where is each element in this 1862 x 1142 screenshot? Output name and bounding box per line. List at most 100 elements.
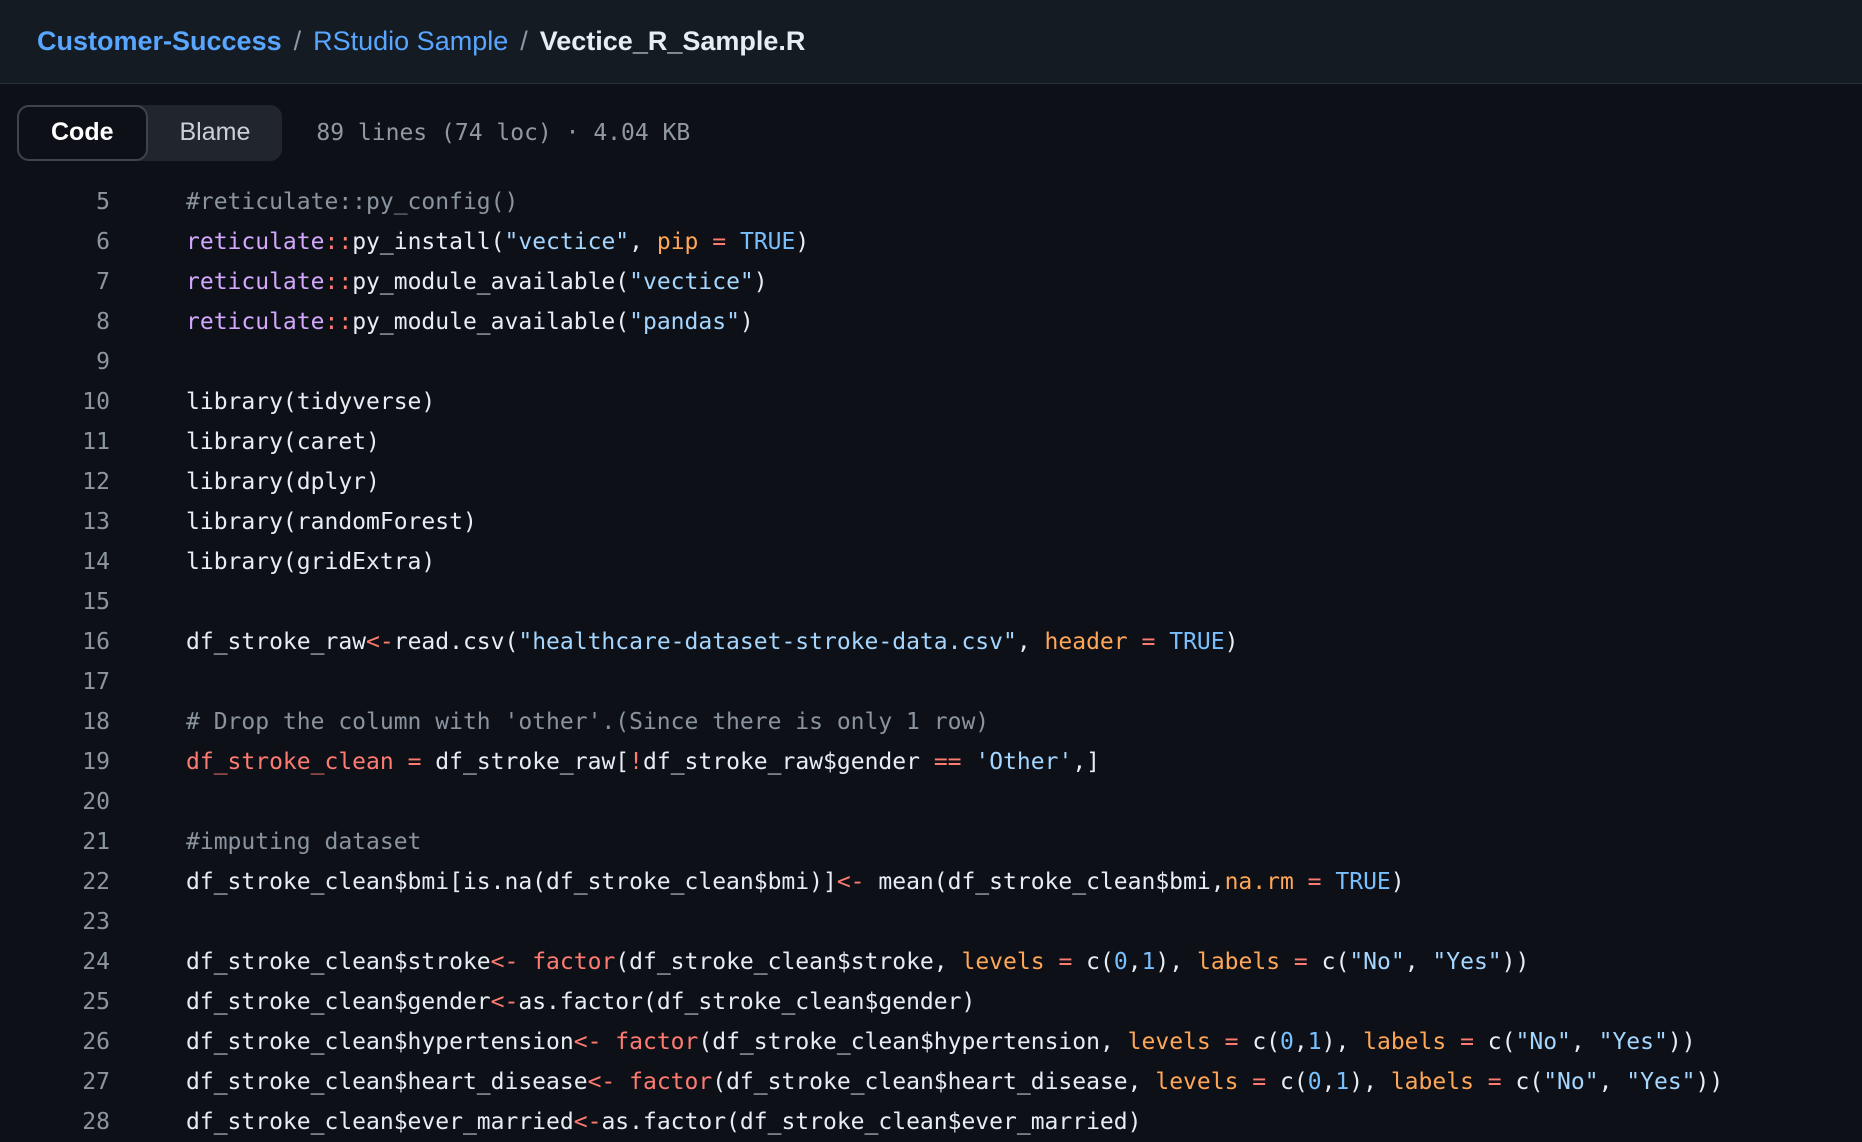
code-token — [1474, 1069, 1488, 1095]
code-line: 22df_stroke_clean$bmi[is.na(df_stroke_cl… — [0, 862, 1862, 902]
tab-code[interactable]: Code — [17, 105, 148, 161]
code-token — [1280, 949, 1294, 975]
line-number[interactable]: 9 — [0, 342, 110, 382]
code-token: 0 — [1308, 1069, 1322, 1095]
code-token — [1294, 869, 1308, 895]
code-token: (df_stroke_clean$stroke, — [615, 949, 961, 975]
code-token: = — [1252, 1069, 1266, 1095]
line-content: df_stroke_clean$heart_disease<- factor(d… — [186, 1062, 1723, 1102]
code-token: mean(df_stroke_clean$bmi, — [865, 869, 1225, 895]
code-token — [1045, 949, 1059, 975]
line-number[interactable]: 22 — [0, 862, 110, 902]
line-number[interactable]: 23 — [0, 902, 110, 942]
code-token: c( — [1308, 949, 1350, 975]
code-token: "vectice" — [505, 229, 630, 255]
line-number[interactable]: 8 — [0, 302, 110, 342]
code-token: <- — [588, 1069, 616, 1095]
line-number[interactable]: 25 — [0, 982, 110, 1022]
code-token: = — [1460, 1029, 1474, 1055]
line-number[interactable]: 6 — [0, 222, 110, 262]
line-content: df_stroke_clean$gender<-as.factor(df_str… — [186, 982, 975, 1022]
code-token: , — [1571, 1029, 1599, 1055]
code-token — [698, 229, 712, 255]
code-token: library(dplyr) — [186, 469, 380, 495]
code-token: )) — [1502, 949, 1530, 975]
code-token: 1 — [1335, 1069, 1349, 1095]
breadcrumb-separator: / — [520, 26, 528, 57]
code-token: "healthcare-dataset-stroke-data.csv" — [518, 629, 1017, 655]
code-token: ! — [629, 749, 643, 775]
code-token: ) — [1225, 629, 1239, 655]
line-content: #reticulate::py_config() — [186, 182, 518, 222]
code-token: TRUE — [1169, 629, 1224, 655]
code-line: 9 — [0, 342, 1862, 382]
code-line: 25 df_stroke_clean$gender<-as.factor(df_s… — [0, 982, 1862, 1022]
file-info: 89 lines (74 loc) · 4.04 KB — [316, 120, 690, 146]
code-token — [1238, 1069, 1252, 1095]
code-token: "Yes" — [1432, 949, 1501, 975]
code-token — [1211, 1029, 1225, 1055]
code-token: "No" — [1543, 1069, 1598, 1095]
code-token: df_stroke_clean$gender — [186, 989, 491, 1015]
line-number[interactable]: 7 — [0, 262, 110, 302]
code-token: reticulate — [186, 229, 324, 255]
code-token: library(gridExtra) — [186, 549, 435, 575]
code-line: 23 — [0, 902, 1862, 942]
code-line: 27 df_stroke_clean$heart_disease<- factor… — [0, 1062, 1862, 1102]
line-number[interactable]: 16 — [0, 622, 110, 662]
line-number[interactable]: 17 — [0, 662, 110, 702]
line-number[interactable]: 18 — [0, 702, 110, 742]
line-content: reticulate::py_module_available("vectice… — [186, 262, 768, 302]
line-number[interactable]: 10 — [0, 382, 110, 422]
line-number[interactable]: 24 — [0, 942, 110, 982]
line-content: df_stroke_clean$hypertension<- factor(df… — [186, 1022, 1696, 1062]
code-line: 20 — [0, 782, 1862, 822]
code-line: 21#imputing dataset — [0, 822, 1862, 862]
code-token: = — [408, 749, 422, 775]
line-content: library(randomForest) — [186, 502, 477, 542]
code-token: as.factor(df_stroke_clean$ever_married) — [601, 1109, 1141, 1135]
breadcrumb-repo-link[interactable]: Customer-Success — [37, 26, 282, 57]
code-token: "No" — [1349, 949, 1404, 975]
code-token: (df_stroke_clean$heart_disease, — [712, 1069, 1155, 1095]
breadcrumb-folder-link[interactable]: RStudio Sample — [313, 26, 508, 57]
code-token — [726, 229, 740, 255]
line-content: reticulate::py_install("vectice", pip = … — [186, 222, 809, 262]
code-token: factor — [615, 1029, 698, 1055]
line-number[interactable]: 15 — [0, 582, 110, 622]
line-number[interactable]: 13 — [0, 502, 110, 542]
tab-blame[interactable]: Blame — [148, 105, 283, 161]
code-token: # Drop the column with 'other'.(Since th… — [186, 709, 989, 735]
code-token: levels — [1155, 1069, 1238, 1095]
code-token: c( — [1238, 1029, 1280, 1055]
code-token: ,] — [1072, 749, 1100, 775]
line-number[interactable]: 21 — [0, 822, 110, 862]
line-number[interactable]: 19 — [0, 742, 110, 782]
line-number[interactable]: 14 — [0, 542, 110, 582]
code-line: 11library(caret) — [0, 422, 1862, 462]
code-token: library(randomForest) — [186, 509, 477, 535]
code-token: = — [1225, 1029, 1239, 1055]
code-token: <- — [491, 989, 519, 1015]
line-content: library(gridExtra) — [186, 542, 435, 582]
code-line: 8reticulate::py_module_available("pandas… — [0, 302, 1862, 342]
code-token: c( — [1474, 1029, 1516, 1055]
code-token: pip — [657, 229, 699, 255]
line-number[interactable]: 28 — [0, 1102, 110, 1142]
line-number[interactable]: 11 — [0, 422, 110, 462]
line-number[interactable]: 26 — [0, 1022, 110, 1062]
line-number[interactable]: 12 — [0, 462, 110, 502]
line-number[interactable]: 20 — [0, 782, 110, 822]
line-number[interactable]: 5 — [0, 182, 110, 222]
code-token: df_stroke_clean — [186, 749, 394, 775]
code-token — [962, 749, 976, 775]
breadcrumb-file-name: Vectice_R_Sample.R — [540, 26, 806, 57]
code-token: , — [1128, 949, 1142, 975]
code-token: df_stroke_raw[ — [421, 749, 629, 775]
code-token: , — [1322, 1069, 1336, 1095]
code-token: ), — [1349, 1069, 1391, 1095]
line-number[interactable]: 27 — [0, 1062, 110, 1102]
code-line: 15 — [0, 582, 1862, 622]
code-token: 1 — [1142, 949, 1156, 975]
code-token — [1446, 1029, 1460, 1055]
